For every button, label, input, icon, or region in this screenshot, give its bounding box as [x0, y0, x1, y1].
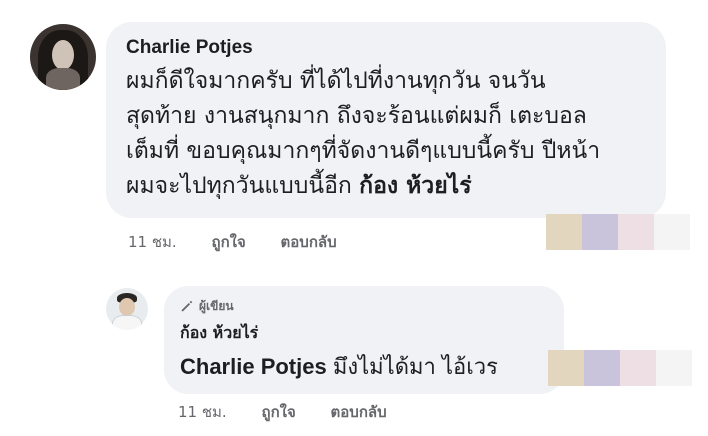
author-badge-label: ผู้เขียน	[199, 298, 234, 313]
comment-thread: Charlie Potjes ผมก็ดีใจมากครับ ที่ได้ไปท…	[0, 0, 708, 436]
comment-text-body: มึงไม่ได้มา ไอ้เวร	[326, 354, 498, 379]
comment-author[interactable]: Charlie Potjes	[126, 36, 646, 60]
color-swatch	[584, 350, 620, 386]
comment-text: Charlie Potjes มึงไม่ได้มา ไอ้เวร	[180, 352, 548, 382]
comment-line: สุดท้าย งานสนุกมาก ถึงจะร้อนแต่ผมก็ เตะบ…	[126, 103, 587, 129]
mention-link[interactable]: Charlie Potjes	[180, 354, 327, 379]
reply-button[interactable]: ตอบกลับ	[281, 232, 337, 252]
comment-text: ผมก็ดีใจมากครับ ที่ได้ไปที่งานทุกวัน จนว…	[126, 64, 646, 204]
reply-bubble: ผู้เขียน ก้อง ห้วยไร่ Charlie Potjes มึง…	[164, 286, 564, 394]
avatar-face	[52, 40, 74, 70]
color-swatch	[548, 350, 584, 386]
comment-timestamp[interactable]: 11 ชม.	[128, 232, 177, 252]
comment-line-text: ผมจะไปทุกวันแบบนี้อีก	[126, 173, 360, 199]
reply-button[interactable]: ตอบกลับ	[331, 402, 387, 422]
reaction-color-strip	[548, 350, 692, 386]
avatar-face	[119, 298, 135, 316]
comment-author[interactable]: ก้อง ห้วยไร่	[180, 322, 548, 344]
comment-line: ผมก็ดีใจมากครับ ที่ได้ไปที่งานทุกวัน จนว…	[126, 68, 546, 94]
avatar-beard	[46, 68, 80, 90]
color-swatch	[620, 350, 656, 386]
comment-bubble: Charlie Potjes ผมก็ดีใจมากครับ ที่ได้ไปท…	[106, 22, 666, 218]
avatar[interactable]	[30, 24, 96, 90]
mention-link[interactable]: ก้อง ห้วยไร่	[359, 173, 471, 199]
reply-actions: 11 ชม. ถูกใจ ตอบกลับ	[178, 402, 387, 422]
comment-timestamp[interactable]: 11 ชม.	[178, 402, 227, 422]
color-swatch	[656, 350, 692, 386]
color-swatch	[546, 214, 582, 250]
color-swatch	[618, 214, 654, 250]
reply-avatar[interactable]	[106, 288, 148, 330]
color-swatch	[654, 214, 690, 250]
author-badge: ผู้เขียน	[180, 298, 548, 314]
reaction-color-strip	[546, 214, 690, 250]
like-button[interactable]: ถูกใจ	[211, 232, 245, 252]
like-button[interactable]: ถูกใจ	[261, 402, 295, 422]
comment-line: เต็มที่ ขอบคุณมากๆที่จัดงานดีๆแบบนี้ครับ…	[126, 138, 601, 164]
comment-line: ผมจะไปทุกวันแบบนี้อีก ก้อง ห้วยไร่	[126, 169, 646, 204]
color-swatch	[582, 214, 618, 250]
pencil-icon	[181, 300, 193, 312]
comment-actions: 11 ชม. ถูกใจ ตอบกลับ	[128, 232, 337, 252]
avatar-shirt	[112, 315, 142, 330]
